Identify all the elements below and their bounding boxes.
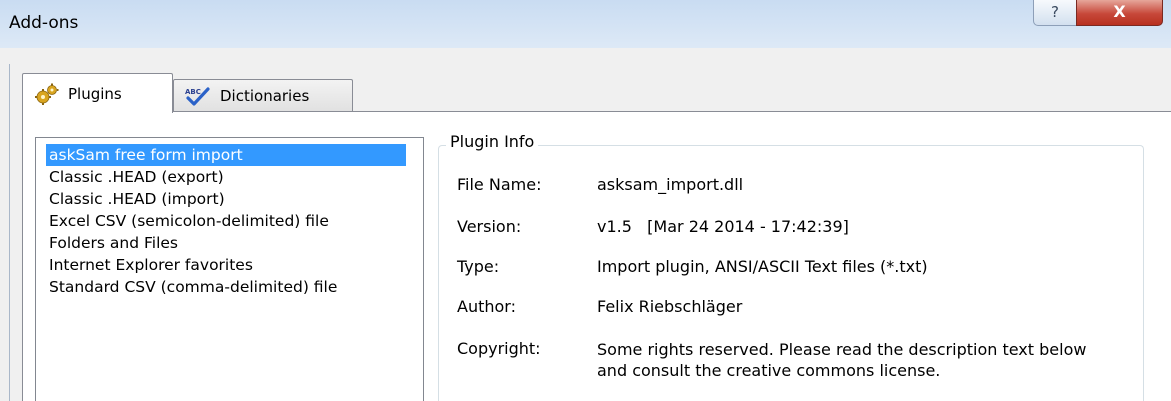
plugin-list-item[interactable]: Excel CSV (semicolon-delimited) file [46, 210, 406, 232]
tab-plugins-label: Plugins [68, 84, 122, 103]
close-button[interactable]: X [1076, 0, 1163, 26]
plugin-list-item[interactable]: askSam free form import [46, 144, 406, 166]
file-name-label: File Name: [457, 175, 542, 194]
author-label: Author: [457, 297, 516, 316]
version-label: Version: [457, 217, 522, 236]
plugin-list-item[interactable]: Internet Explorer favorites [46, 254, 406, 276]
help-button[interactable]: ? [1033, 0, 1077, 26]
close-icon: X [1113, 2, 1126, 21]
tab-dictionaries[interactable]: ABC Dictionaries [173, 79, 353, 111]
gears-icon [35, 83, 59, 105]
plugin-listbox[interactable]: askSam free form import Classic .HEAD (e… [35, 137, 424, 401]
tab-plugins[interactable]: Plugins [22, 73, 173, 113]
svg-text:ABC: ABC [185, 88, 201, 96]
plugin-list-item[interactable]: Folders and Files [46, 232, 406, 254]
plugin-list-item[interactable]: Classic .HEAD (export) [46, 166, 406, 188]
dialog-frame-edge [9, 64, 10, 401]
window-title: Add-ons [9, 13, 79, 33]
tab-dictionaries-label: Dictionaries [220, 86, 310, 105]
author-value: Felix Riebschläger [597, 297, 743, 316]
plugin-list-item[interactable]: Standard CSV (comma-delimited) file [46, 276, 406, 298]
file-name-value: asksam_import.dll [597, 175, 744, 194]
spellcheck-icon: ABC [184, 86, 210, 106]
plugin-list-item[interactable]: Classic .HEAD (import) [46, 188, 406, 210]
type-label: Type: [457, 257, 500, 276]
copyright-label: Copyright: [457, 339, 541, 358]
plugin-info-legend: Plugin Info [446, 132, 539, 151]
type-value: Import plugin, ANSI/ASCII Text files (*.… [597, 257, 928, 276]
copyright-value: Some rights reserved. Please read the de… [597, 340, 1087, 380]
title-bar: Add-ons ? X [0, 0, 1171, 48]
help-icon: ? [1051, 3, 1059, 21]
version-value: v1.5 [Mar 24 2014 - 17:42:39] [597, 217, 849, 236]
